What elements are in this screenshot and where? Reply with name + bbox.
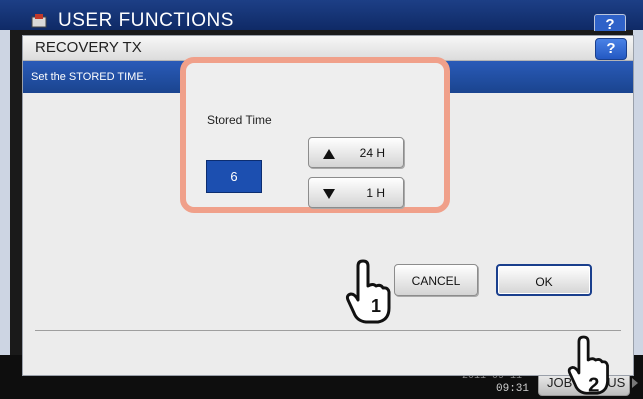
step1-hand-pointer-icon: 1: [345, 259, 391, 324]
step1-number: 1: [371, 296, 381, 316]
cancel-label: CANCEL: [411, 274, 461, 288]
instruction-message: Set the STORED TIME.: [31, 71, 147, 83]
job-status-arrow-icon: [632, 378, 638, 388]
step2-hand-pointer-icon: 2: [567, 335, 609, 396]
ok-label: OK: [535, 275, 553, 289]
background-panel-right: [633, 30, 643, 355]
cancel-button[interactable]: CANCEL: [394, 264, 478, 296]
background-title: USER FUNCTIONS: [58, 10, 234, 31]
background-help-button[interactable]: ?: [594, 14, 626, 33]
stored-time-label: Stored Time: [207, 113, 272, 127]
increase-24h-button[interactable]: 24 H: [308, 137, 404, 168]
decrease-1h-button[interactable]: 1 H: [308, 177, 404, 208]
ok-button[interactable]: OK: [496, 264, 592, 296]
divider: [35, 330, 621, 331]
background-panel-left: [0, 30, 10, 355]
status-time: 09:31: [496, 383, 530, 395]
arrow-down-icon: [323, 189, 335, 199]
arrow-up-icon: [323, 149, 335, 159]
stored-time-value: 6: [206, 160, 262, 193]
step2-number: 2: [588, 374, 599, 396]
help-button[interactable]: ?: [595, 38, 627, 60]
dialog-title: RECOVERY TX: [35, 39, 142, 56]
decrease-1h-label: 1 H: [366, 186, 385, 200]
user-functions-icon: [31, 14, 47, 28]
increase-24h-label: 24 H: [359, 146, 385, 160]
